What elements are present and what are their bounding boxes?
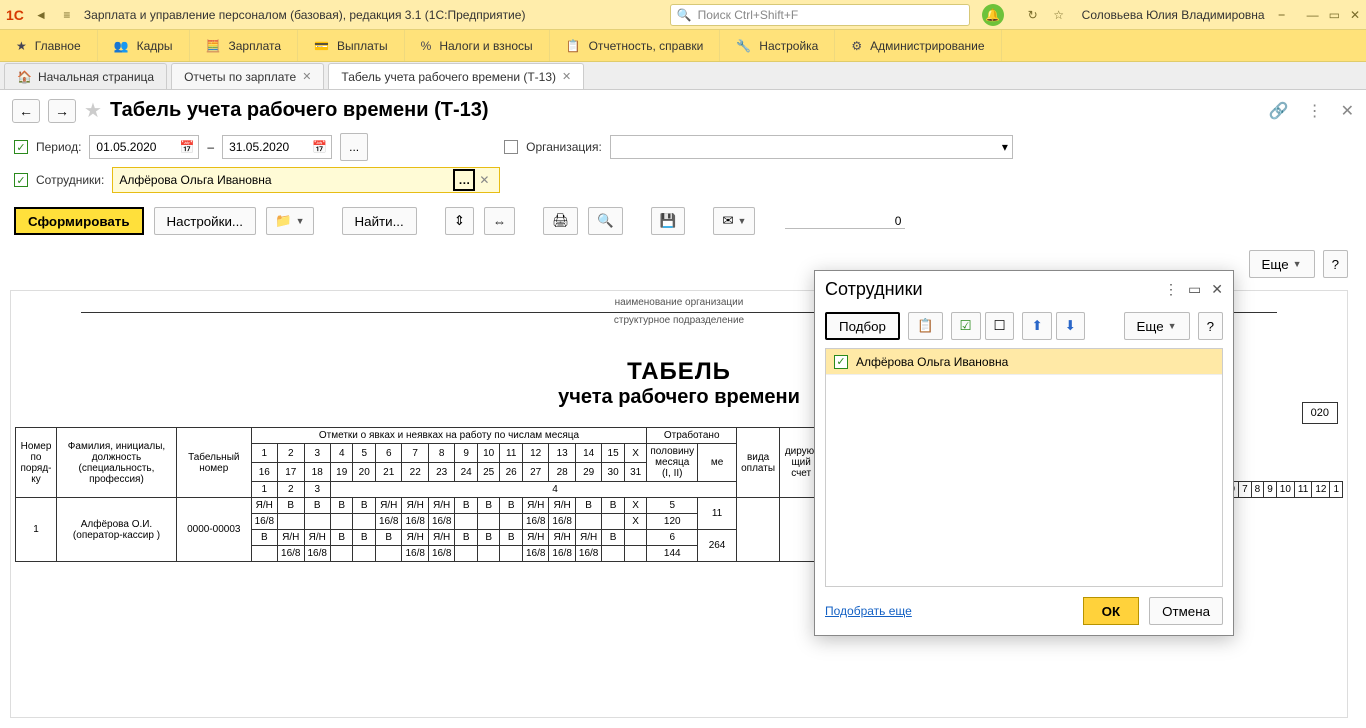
org-label: Организация: bbox=[526, 140, 602, 154]
year-fragment: 020 bbox=[1302, 402, 1338, 424]
expand-icon[interactable]: ⇕ bbox=[445, 207, 474, 235]
preview-icon[interactable]: 🔍 bbox=[588, 207, 623, 235]
nav-admin[interactable]: ⚙Администрирование bbox=[835, 30, 1001, 61]
nav-vyplaty[interactable]: 💳Выплаты bbox=[298, 30, 405, 61]
star-icon[interactable]: ☆ bbox=[1050, 8, 1068, 22]
emp-select[interactable]: Алфёрова Ольга Ивановна … ✕ bbox=[112, 167, 500, 193]
pick-button[interactable]: Подбор bbox=[825, 312, 900, 340]
cancel-button[interactable]: Отмена bbox=[1149, 597, 1223, 625]
customize-icon[interactable]: ⎯ bbox=[1273, 7, 1291, 22]
close-tab-icon[interactable]: ✕ bbox=[302, 70, 311, 83]
emp-label: Сотрудники: bbox=[36, 173, 104, 187]
nav-nastroika[interactable]: 🔧Настройка bbox=[720, 30, 835, 61]
row-label: Алфёрова Ольга Ивановна bbox=[856, 355, 1008, 369]
ok-button[interactable]: ОК bbox=[1083, 597, 1140, 625]
employees-list[interactable]: ✓ Алфёрова Ольга Ивановна bbox=[825, 348, 1223, 587]
nav-main[interactable]: ★Главное bbox=[0, 30, 98, 61]
date-to-input[interactable]: 31.05.2020📅 bbox=[222, 135, 332, 159]
global-search[interactable]: 🔍 Поиск Ctrl+Shift+F bbox=[670, 4, 970, 26]
menu-icon[interactable]: ≡ bbox=[58, 8, 76, 22]
nav-otchet[interactable]: 📋Отчетность, справки bbox=[550, 30, 721, 61]
date-separator: – bbox=[207, 140, 214, 154]
popup-kebab-icon[interactable]: ⋮ bbox=[1164, 281, 1178, 298]
generate-button[interactable]: Сформировать bbox=[14, 207, 144, 235]
collapse-icon[interactable]: ⇔ bbox=[484, 207, 515, 235]
move-down-icon[interactable]: ⬇ bbox=[1056, 312, 1085, 340]
more-button-outer[interactable]: Еще▼ bbox=[1249, 250, 1315, 278]
current-user[interactable]: Соловьева Юлия Владимировна bbox=[1082, 8, 1265, 22]
emp-checkbox[interactable]: ✓ bbox=[14, 173, 28, 187]
open-tabs: 🏠Начальная страница Отчеты по зарплате✕ … bbox=[0, 62, 1366, 90]
window-minimize-icon[interactable]: — bbox=[1307, 8, 1319, 22]
window-restore-icon[interactable]: ▭ bbox=[1329, 8, 1340, 22]
period-checkbox[interactable]: ✓ bbox=[14, 140, 28, 154]
calendar-icon[interactable]: 📅 bbox=[179, 140, 194, 154]
org-checkbox[interactable]: ✓ bbox=[504, 140, 518, 154]
settings-button[interactable]: Настройки... bbox=[154, 207, 256, 235]
popup-close-icon[interactable]: ✕ bbox=[1211, 281, 1223, 298]
window-close-icon[interactable]: ✕ bbox=[1350, 8, 1360, 22]
help-button-outer[interactable]: ? bbox=[1323, 250, 1348, 278]
calendar-icon[interactable]: 📅 bbox=[312, 140, 327, 154]
emp-value: Алфёрова Ольга Ивановна bbox=[119, 173, 271, 187]
chevron-down-icon: ▾ bbox=[1002, 140, 1008, 154]
row-checkbox[interactable]: ✓ bbox=[834, 355, 848, 369]
notifications-icon[interactable]: 🔔 bbox=[982, 4, 1004, 26]
print-icon[interactable]: 🖨 bbox=[543, 207, 578, 235]
period-picker-button[interactable]: ... bbox=[340, 133, 368, 161]
uncheck-all-icon[interactable]: ☐ bbox=[985, 312, 1015, 340]
email-icon[interactable]: ✉▼ bbox=[713, 207, 755, 235]
favorite-toggle-icon[interactable]: ★ bbox=[84, 98, 102, 123]
save-icon[interactable]: 💾 bbox=[651, 207, 686, 235]
popup-title: Сотрудники bbox=[825, 279, 923, 300]
tab-t13[interactable]: Табель учета рабочего времени (Т-13)✕ bbox=[328, 63, 584, 89]
search-placeholder: Поиск Ctrl+Shift+F bbox=[698, 8, 799, 22]
nav-kadry[interactable]: 👥Кадры bbox=[98, 30, 190, 61]
popup-maximize-icon[interactable]: ▭ bbox=[1188, 281, 1201, 298]
search-icon: 🔍 bbox=[677, 8, 692, 22]
period-label: Период: bbox=[36, 140, 81, 154]
nav-nalogi[interactable]: %Налоги и взносы bbox=[405, 30, 550, 61]
popup-more-button[interactable]: Еще▼ bbox=[1124, 312, 1190, 340]
copy-icon[interactable]: 📋 bbox=[908, 312, 943, 340]
emp-clear-icon[interactable]: ✕ bbox=[475, 173, 493, 187]
nav-back-button[interactable]: ← bbox=[12, 99, 40, 123]
tab-home[interactable]: 🏠Начальная страница bbox=[4, 63, 167, 89]
date-from-input[interactable]: 01.05.2020📅 bbox=[89, 135, 199, 159]
sum-value: 0 bbox=[785, 214, 905, 229]
list-item[interactable]: ✓ Алфёрова Ольга Ивановна bbox=[826, 349, 1222, 375]
link-icon[interactable]: 🔗 bbox=[1269, 101, 1289, 121]
back-circle-icon[interactable]: ◄ bbox=[32, 8, 50, 22]
check-all-icon[interactable]: ☑ bbox=[951, 312, 981, 340]
pick-more-link[interactable]: Подобрать еще bbox=[825, 604, 912, 618]
main-nav: ★Главное 👥Кадры 🧮Зарплата 💳Выплаты %Нало… bbox=[0, 30, 1366, 62]
emp-pick-button[interactable]: … bbox=[453, 169, 475, 191]
org-select[interactable]: ▾ bbox=[610, 135, 1013, 159]
employees-popup: Сотрудники ⋮ ▭ ✕ Подбор 📋 ☑ ☐ ⬆ ⬇ Еще▼ ?… bbox=[814, 270, 1234, 636]
close-tab-icon[interactable]: ✕ bbox=[562, 70, 571, 83]
history-icon[interactable]: ↻ bbox=[1024, 8, 1042, 22]
logo-1c: 1C bbox=[6, 7, 24, 23]
app-title: Зарплата и управление персоналом (базова… bbox=[84, 8, 526, 22]
move-up-icon[interactable]: ⬆ bbox=[1022, 312, 1051, 340]
nav-zarplata[interactable]: 🧮Зарплата bbox=[190, 30, 299, 61]
find-button[interactable]: Найти... bbox=[342, 207, 417, 235]
home-icon: 🏠 bbox=[17, 70, 32, 84]
close-page-icon[interactable]: ✕ bbox=[1341, 101, 1354, 121]
nav-fwd-button[interactable]: → bbox=[48, 99, 76, 123]
save-settings-button[interactable]: 📁▼ bbox=[266, 207, 314, 235]
tab-reports[interactable]: Отчеты по зарплате✕ bbox=[171, 63, 324, 89]
popup-help-button[interactable]: ? bbox=[1198, 312, 1223, 340]
page-title: Табель учета рабочего времени (Т-13) bbox=[110, 99, 489, 122]
kebab-icon[interactable]: ⋮ bbox=[1307, 101, 1323, 121]
